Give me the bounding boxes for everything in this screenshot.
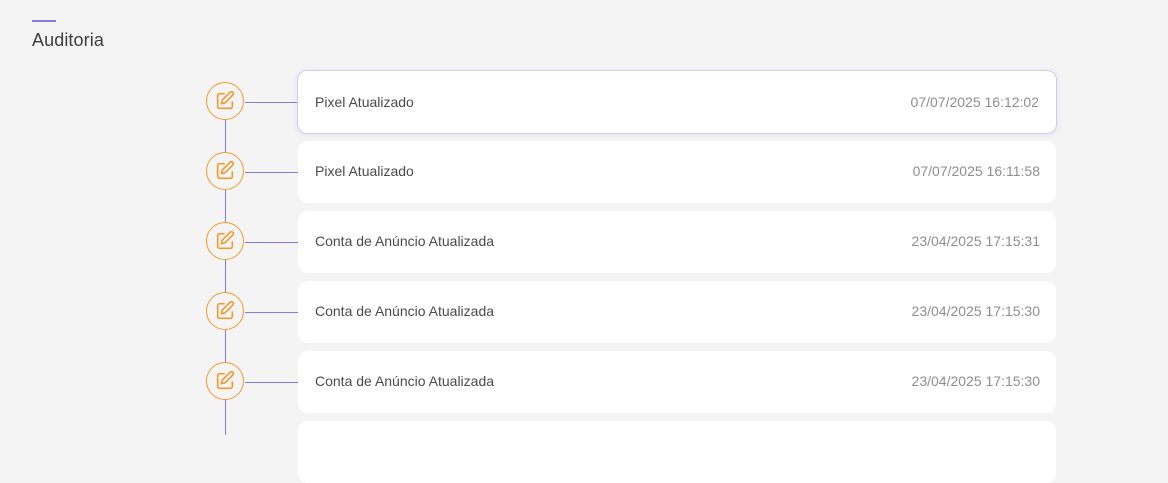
edit-icon <box>206 152 244 190</box>
timeline-entry: Pixel Atualizado 07/07/2025 16:11:58 <box>0 141 1168 203</box>
audit-entry-card[interactable]: Conta de Anúncio Atualizada 23/04/2025 1… <box>298 351 1056 413</box>
timeline-connector <box>245 172 298 173</box>
timeline-entry: Pixel Atualizado 07/07/2025 16:12:02 <box>0 70 1168 134</box>
edit-icon <box>206 292 244 330</box>
edit-icon <box>206 362 244 400</box>
edit-icon <box>206 82 244 120</box>
audit-entry-label: Pixel Atualizado <box>315 163 414 179</box>
timeline-connector <box>245 242 298 243</box>
audit-entry-label: Conta de Anúncio Atualizada <box>315 233 495 249</box>
audit-entry-card-partial[interactable] <box>298 421 1056 483</box>
audit-entry-timestamp: 23/04/2025 17:15:31 <box>911 233 1040 249</box>
timeline-entry: Conta de Anúncio Atualizada 23/04/2025 1… <box>0 211 1168 273</box>
edit-icon <box>206 222 244 260</box>
timeline-entry-partial <box>0 421 1168 483</box>
audit-entry-label: Conta de Anúncio Atualizada <box>315 303 495 319</box>
audit-entry-card[interactable]: Pixel Atualizado 07/07/2025 16:11:58 <box>298 141 1056 203</box>
timeline-connector <box>245 102 298 103</box>
timeline-entry: Conta de Anúncio Atualizada 23/04/2025 1… <box>0 351 1168 413</box>
audit-timeline: Pixel Atualizado 07/07/2025 16:12:02 Pix… <box>0 0 1168 483</box>
audit-entry-timestamp: 23/04/2025 17:15:30 <box>911 373 1040 389</box>
audit-entry-card[interactable]: Conta de Anúncio Atualizada 23/04/2025 1… <box>298 211 1056 273</box>
audit-entry-label: Conta de Anúncio Atualizada <box>315 373 495 389</box>
audit-entry-label: Pixel Atualizado <box>315 94 414 110</box>
timeline-entry: Conta de Anúncio Atualizada 23/04/2025 1… <box>0 281 1168 343</box>
audit-entry-card[interactable]: Pixel Atualizado 07/07/2025 16:12:02 <box>297 70 1057 134</box>
timeline-connector <box>245 382 298 383</box>
audit-entry-card[interactable]: Conta de Anúncio Atualizada 23/04/2025 1… <box>298 281 1056 343</box>
audit-entry-timestamp: 07/07/2025 16:11:58 <box>912 163 1040 179</box>
audit-entry-timestamp: 23/04/2025 17:15:30 <box>911 303 1040 319</box>
audit-entry-timestamp: 07/07/2025 16:12:02 <box>910 94 1039 110</box>
timeline-connector <box>245 312 298 313</box>
